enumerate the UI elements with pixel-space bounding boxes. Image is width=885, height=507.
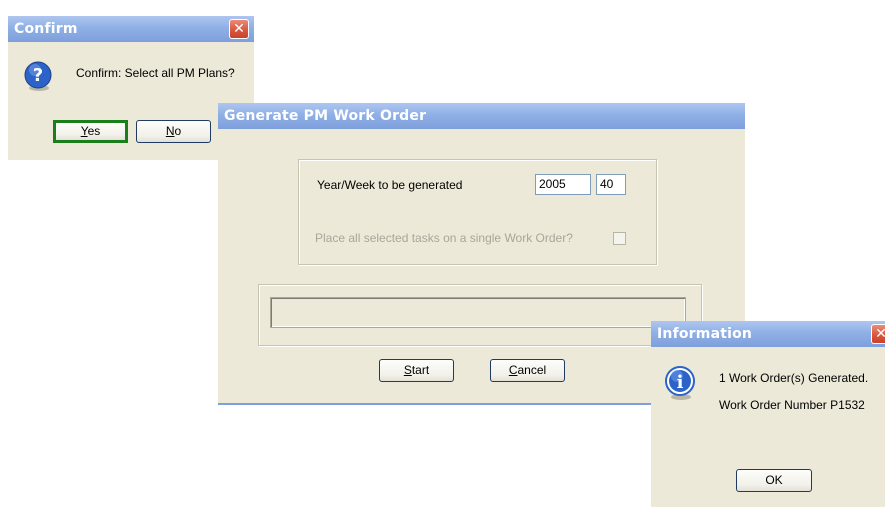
year-week-label: Year/Week to be generated bbox=[317, 178, 463, 192]
confirm-close-button[interactable]: ✕ bbox=[229, 19, 249, 39]
start-mnemonic: S bbox=[403, 363, 412, 377]
confirm-title: Confirm bbox=[14, 21, 78, 37]
question-icon: ? bbox=[24, 61, 52, 91]
generate-title-bar[interactable]: Generate PM Work Order bbox=[218, 103, 745, 129]
yes-mnemonic: Y bbox=[80, 124, 88, 138]
info-title-bar[interactable]: Information bbox=[651, 321, 885, 347]
info-icon: i bbox=[665, 366, 695, 400]
no-label-rest: o bbox=[174, 124, 182, 138]
no-button[interactable]: No bbox=[136, 120, 211, 143]
information-dialog: Information ✕ i 1 Work Order(s) Generate… bbox=[651, 321, 885, 507]
cancel-button[interactable]: Cancel bbox=[490, 359, 565, 382]
cancel-label-rest: ancel bbox=[517, 363, 547, 377]
single-work-order-checkbox[interactable] bbox=[613, 232, 626, 245]
confirm-title-bar[interactable]: Confirm bbox=[8, 16, 254, 42]
yes-button[interactable]: Yes bbox=[53, 120, 128, 143]
generate-title: Generate PM Work Order bbox=[224, 108, 427, 124]
info-line-2: Work Order Number P1532 bbox=[719, 398, 865, 412]
progress-bar bbox=[270, 297, 686, 328]
single-work-order-label: Place all selected tasks on a single Wor… bbox=[315, 231, 573, 245]
info-line-1: 1 Work Order(s) Generated. bbox=[719, 371, 869, 385]
info-close-button[interactable]: ✕ bbox=[871, 324, 885, 344]
year-input[interactable]: 2005 bbox=[535, 174, 591, 195]
ok-button[interactable]: OK bbox=[736, 469, 812, 492]
start-label-rest: tart bbox=[411, 363, 430, 377]
yes-label-rest: es bbox=[87, 124, 101, 138]
info-title: Information bbox=[657, 326, 753, 342]
confirm-message: Confirm: Select all PM Plans? bbox=[76, 66, 235, 80]
week-input[interactable]: 40 bbox=[596, 174, 626, 195]
svg-text:i: i bbox=[677, 372, 684, 393]
svg-text:?: ? bbox=[33, 65, 43, 86]
start-button[interactable]: Start bbox=[379, 359, 454, 382]
